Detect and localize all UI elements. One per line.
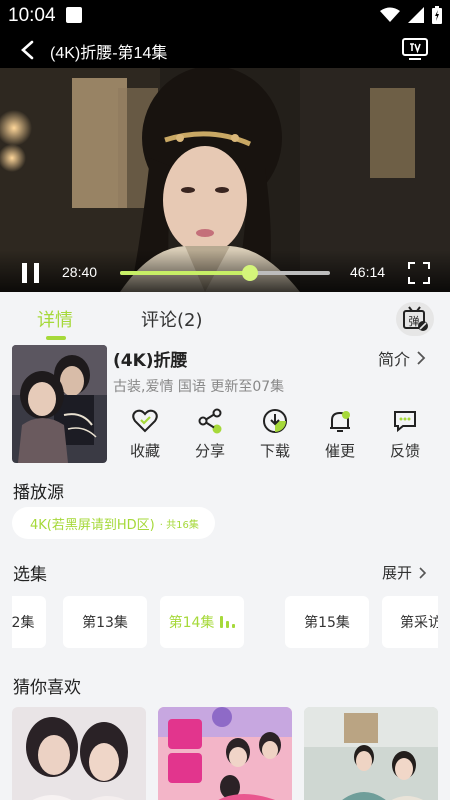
progress-track[interactable] [120, 265, 330, 281]
status-bar: 10:04 [0, 0, 450, 32]
now-playing-icon [220, 616, 236, 628]
bell-icon [330, 411, 350, 432]
total-time: 46:14 [350, 264, 386, 280]
share-label: 分享 [194, 442, 225, 460]
episode-label: 第13集 [82, 615, 128, 631]
title-bar: (4K)折腰-第14集 [0, 32, 450, 68]
poster-image[interactable] [12, 345, 107, 463]
signal-icon [408, 7, 424, 23]
page-title: (4K)折腰-第14集 [50, 45, 168, 62]
episode-item[interactable]: 第13集 [63, 596, 147, 648]
progress-fill [120, 271, 251, 275]
download-label: 下载 [259, 442, 290, 460]
danmu-icon: 弹 [403, 306, 428, 331]
episodes-section-title: 选集 [13, 565, 47, 585]
battery-icon [432, 6, 442, 24]
download-button[interactable]: 下载 [245, 405, 305, 461]
show-title: (4K)折腰 [113, 351, 188, 371]
recommend-poster[interactable] [12, 707, 146, 800]
episode-label: 第15集 [304, 615, 350, 631]
favorite-button[interactable]: 收藏 [115, 405, 175, 461]
show-meta: 古装,爱情 国语 更新至07集 [113, 379, 285, 395]
status-icons [380, 6, 442, 24]
intro-link[interactable]: 简介 [378, 346, 426, 370]
intro-label: 简介 [378, 350, 411, 369]
recommend-section-title: 猜你喜欢 [13, 678, 81, 698]
tab-bar: 详情 评论(2) 弹 [0, 292, 450, 342]
tab-comments[interactable]: 评论(2) [141, 306, 203, 332]
tab-detail[interactable]: 详情 [37, 306, 73, 332]
wifi-icon [380, 7, 400, 22]
action-bar: 收藏 分享 下载 催更 反馈 [113, 405, 450, 465]
episode-item[interactable]: 第15集 [285, 596, 369, 648]
episode-item[interactable]: 2集 [12, 596, 46, 648]
video-player[interactable]: 28:40 46:14 [0, 68, 450, 292]
share-button[interactable]: 分享 [180, 405, 240, 461]
tv-cast-icon[interactable] [402, 38, 428, 60]
progress-thumb[interactable] [242, 265, 259, 281]
episode-label: 第14集 [168, 615, 215, 631]
recommend-poster[interactable] [158, 707, 292, 800]
svg-text:弹: 弹 [409, 314, 420, 328]
pause-button[interactable] [22, 263, 40, 283]
remind-button[interactable]: 催更 [310, 405, 370, 461]
source-option[interactable]: 4K(若黑屏请到HD区) · 共16集 [12, 507, 215, 539]
chevron-right-icon [417, 351, 426, 365]
favorite-label: 收藏 [129, 442, 160, 460]
player-controls: 28:40 46:14 [0, 250, 450, 292]
danmu-toggle-button[interactable]: 弹 [396, 302, 434, 336]
source-name: 4K(若黑屏请到HD区) [30, 517, 155, 533]
download-icon [263, 409, 287, 433]
recommend-poster[interactable] [304, 707, 438, 800]
fullscreen-icon[interactable] [408, 262, 430, 284]
tab-indicator [46, 336, 66, 340]
back-arrow-icon[interactable] [18, 40, 38, 60]
notification-icon [66, 7, 82, 23]
episode-item[interactable]: 第采访 [382, 596, 438, 648]
remind-label: 催更 [324, 442, 355, 460]
episode-label: 2集 [12, 615, 35, 631]
episode-label: 第采访 [400, 615, 438, 631]
episode-list: 2集 第13集 第14集 第15集 第采访 [12, 596, 438, 648]
source-episode-count: · 共16集 [159, 519, 199, 531]
feedback-icon [394, 411, 416, 433]
feedback-label: 反馈 [389, 442, 420, 460]
status-time: 10:04 [8, 5, 56, 26]
source-section-title: 播放源 [13, 483, 64, 503]
chevron-right-icon [419, 566, 427, 579]
expand-label: 展开 [382, 564, 413, 582]
current-time: 28:40 [62, 264, 98, 280]
heart-icon [132, 409, 158, 433]
episode-item-current[interactable]: 第14集 [160, 596, 244, 648]
expand-episodes-link[interactable]: 展开 [382, 562, 427, 583]
share-icon [198, 408, 222, 434]
feedback-button[interactable]: 反馈 [375, 405, 435, 461]
